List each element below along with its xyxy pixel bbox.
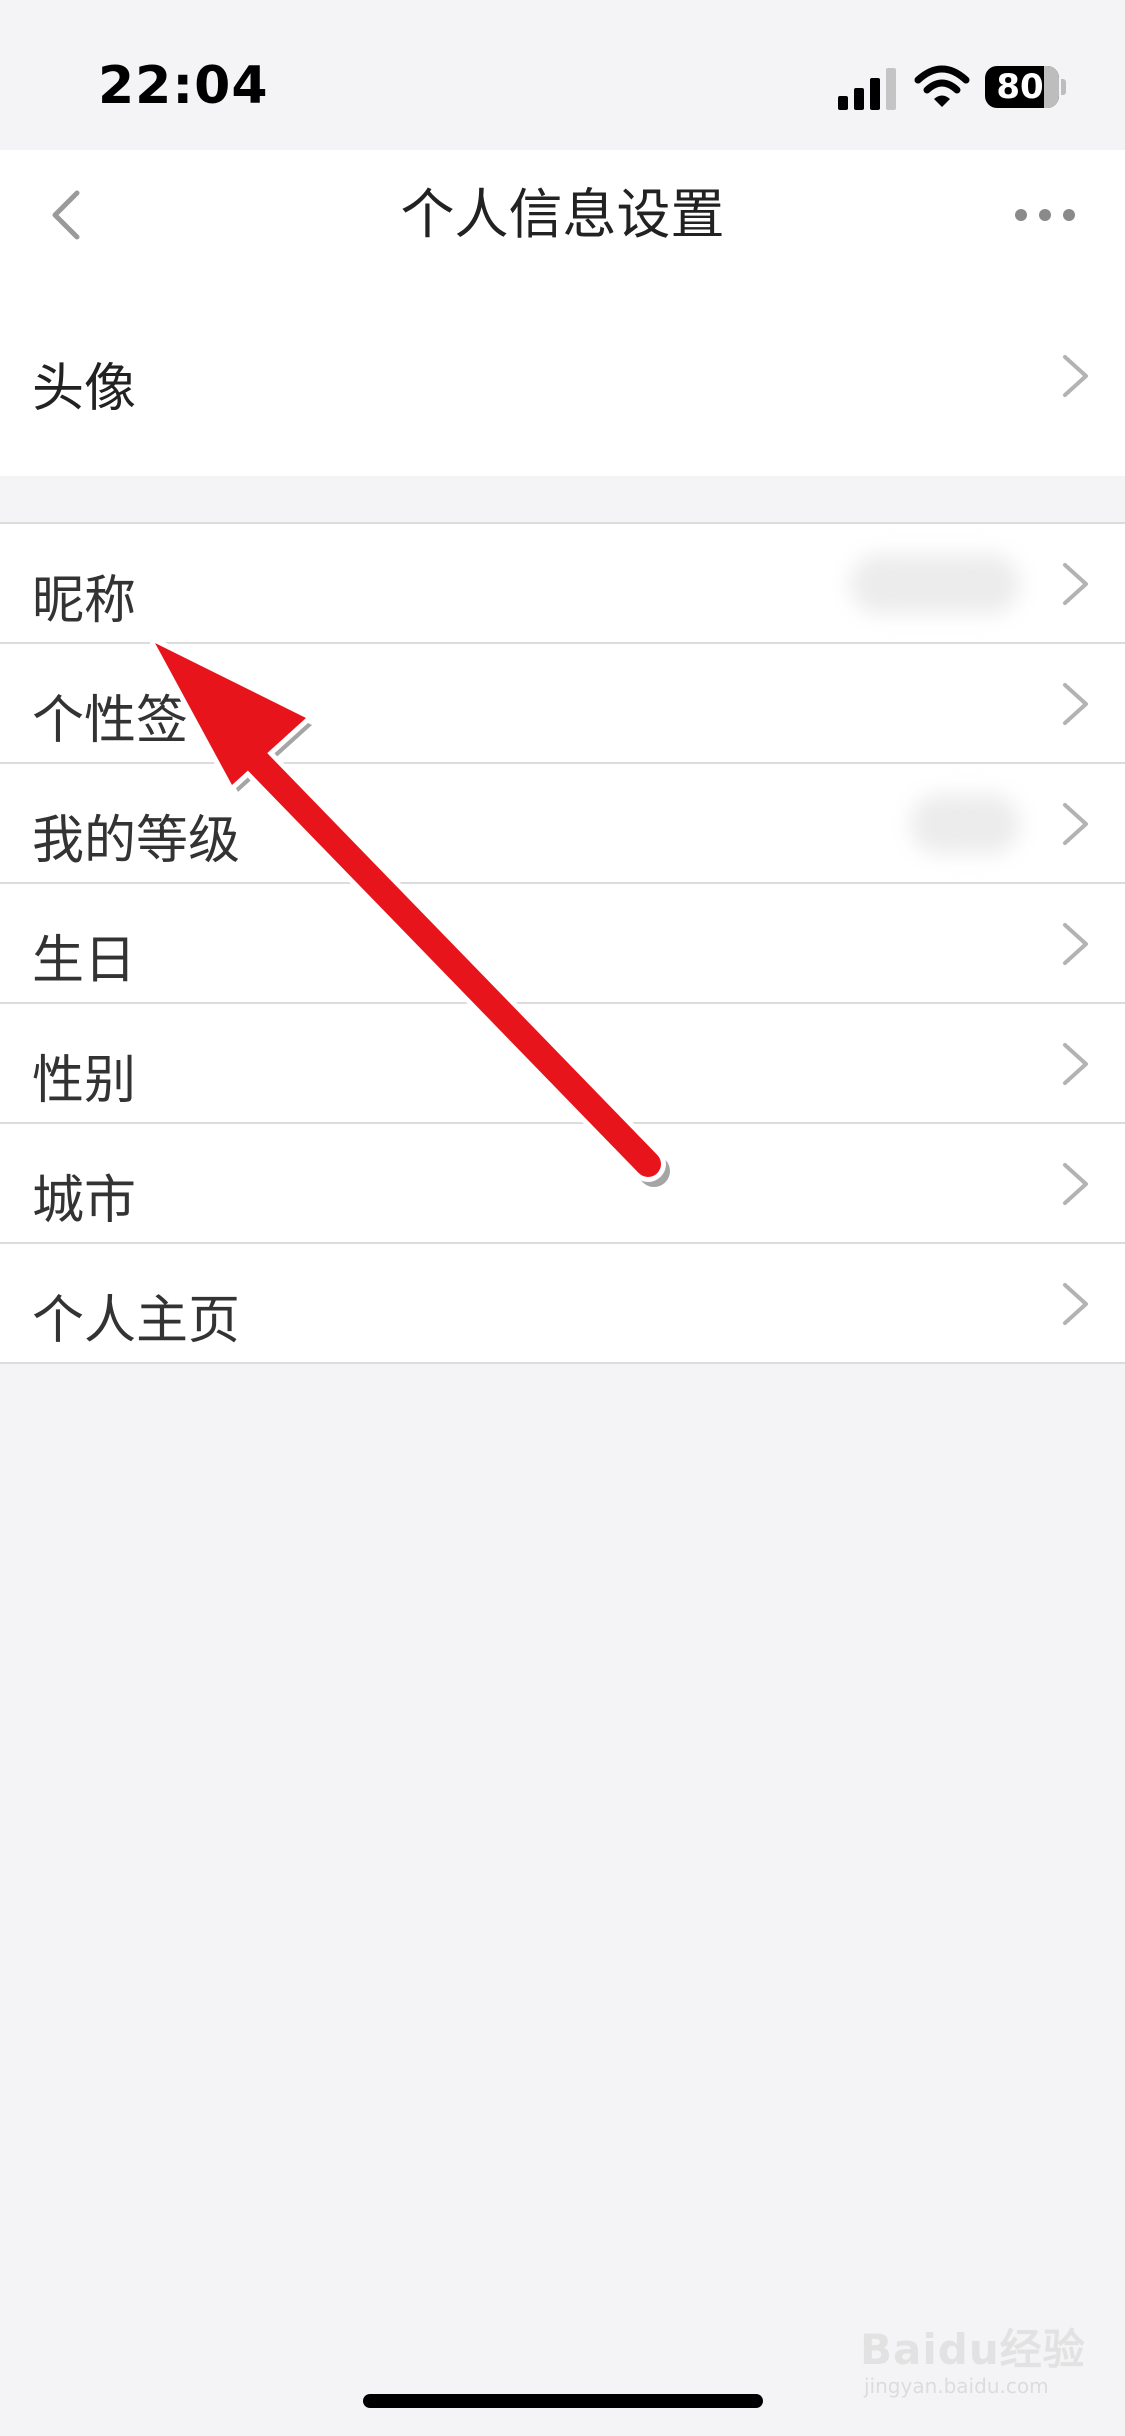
more-dots-icon	[1015, 209, 1075, 221]
battery-level: 80	[996, 67, 1044, 107]
chevron-right-icon	[1063, 1043, 1088, 1085]
avatar-row[interactable]: 头像	[0, 280, 1125, 476]
baidu-watermark: Baidu经验 jingyan.baidu.com	[860, 2316, 1090, 2416]
chevron-left-icon	[52, 190, 80, 240]
chevron-right-icon	[1063, 355, 1088, 397]
gender-row[interactable]: 性别	[0, 1004, 1125, 1124]
city-row[interactable]: 城市	[0, 1124, 1125, 1244]
chevron-right-icon	[1063, 803, 1088, 845]
birthday-label: 生日	[32, 931, 137, 991]
nickname-row[interactable]: 昵称	[0, 524, 1125, 644]
settings-list: 昵称 个性签 我的等级 生日 性别 城市 个人主页	[0, 522, 1125, 1364]
page-title: 个人信息设置	[400, 183, 725, 246]
level-row[interactable]: 我的等级	[0, 764, 1125, 884]
battery-indicator: 80	[985, 66, 1066, 108]
status-bar: 22:04 80	[0, 0, 1125, 150]
more-button[interactable]	[1005, 190, 1085, 240]
watermark-logo: Baidu经验	[860, 2325, 1086, 2374]
blurred-nickname-value	[850, 554, 1020, 614]
battery-body: 80	[985, 66, 1059, 108]
homepage-row[interactable]: 个人主页	[0, 1244, 1125, 1364]
gender-label: 性别	[32, 1051, 137, 1111]
birthday-row[interactable]: 生日	[0, 884, 1125, 1004]
signature-label: 个性签	[32, 691, 189, 751]
home-indicator[interactable]	[363, 2394, 763, 2408]
blurred-level-value	[910, 794, 1020, 854]
nav-bar: 个人信息设置	[0, 150, 1125, 280]
city-label: 城市	[32, 1171, 137, 1231]
homepage-label: 个人主页	[32, 1291, 241, 1351]
back-button[interactable]	[36, 180, 96, 250]
watermark-url: jingyan.baidu.com	[864, 2374, 1049, 2398]
chevron-right-icon	[1063, 923, 1088, 965]
signature-row[interactable]: 个性签	[0, 644, 1125, 764]
screen: 22:04 80 个人信息设置 头像 昵称 个性签 我的等级 生日 性别 城市 …	[0, 0, 1125, 2436]
chevron-right-icon	[1063, 563, 1088, 605]
wifi-icon	[914, 65, 970, 107]
avatar-label: 头像	[32, 359, 137, 419]
nickname-label: 昵称	[32, 571, 137, 631]
level-label: 我的等级	[32, 811, 241, 871]
status-time: 22:04	[98, 56, 269, 116]
chevron-right-icon	[1063, 1163, 1088, 1205]
chevron-right-icon	[1063, 1283, 1088, 1325]
cellular-signal-icon	[838, 68, 896, 110]
battery-cap	[1061, 79, 1066, 95]
chevron-right-icon	[1063, 683, 1088, 725]
